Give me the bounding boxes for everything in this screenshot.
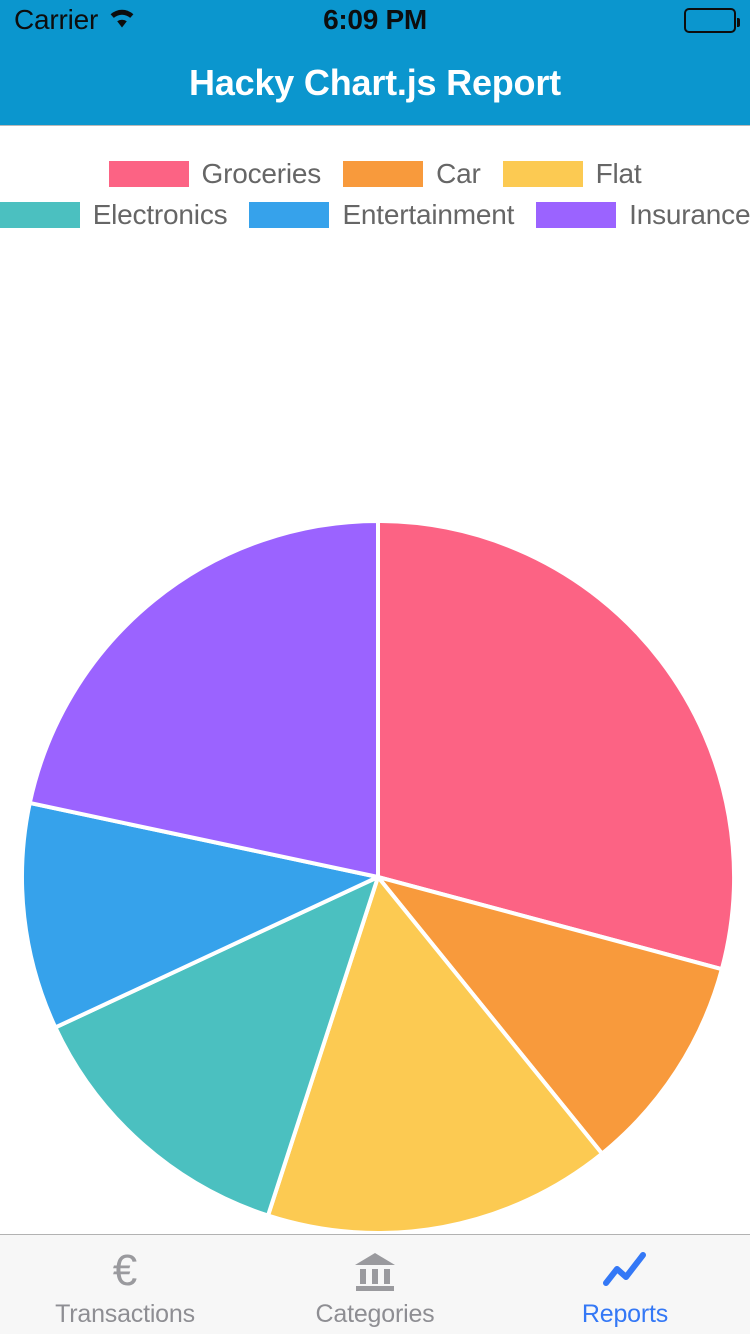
line-chart-icon	[601, 1247, 649, 1295]
euro-currency-icon: €	[102, 1247, 148, 1295]
status-bar-left: Carrier	[14, 4, 284, 36]
tab-transactions[interactable]: € Transactions	[0, 1235, 250, 1334]
carrier-label: Carrier	[14, 4, 99, 35]
svg-text:€: €	[113, 1247, 137, 1295]
pie-chart-canvas[interactable]	[0, 126, 750, 1235]
tab-bar: € Transactions Categories Reports	[0, 1234, 750, 1334]
report-content: Groceries Car Flat Electronics Entertain…	[0, 126, 750, 1235]
wifi-icon	[107, 7, 137, 34]
status-bar: Carrier 6:09 PM	[0, 0, 750, 40]
status-time: 6:09 PM	[323, 4, 427, 35]
status-bar-center: 6:09 PM	[284, 4, 466, 36]
page-title: Hacky Chart.js Report	[189, 61, 561, 103]
tab-label-transactions: Transactions	[55, 1299, 195, 1328]
tab-label-reports: Reports	[581, 1299, 669, 1328]
tab-categories[interactable]: Categories	[250, 1235, 500, 1334]
navigation-bar: Hacky Chart.js Report	[0, 40, 750, 125]
tab-reports[interactable]: Reports	[500, 1235, 750, 1334]
pie-chart[interactable]	[0, 126, 750, 1235]
tab-label-categories: Categories	[315, 1299, 435, 1328]
bank-institution-icon	[351, 1247, 399, 1295]
status-bar-right	[466, 7, 740, 33]
battery-full-icon	[684, 7, 740, 33]
